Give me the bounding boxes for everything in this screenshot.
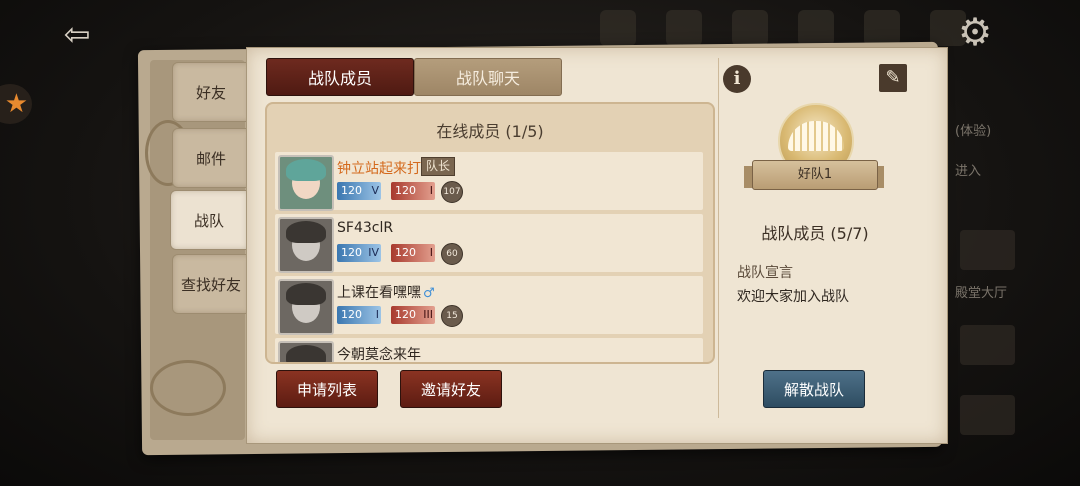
team-name: 好队1	[752, 160, 878, 190]
online-members-title: 在线成员 (1/5)	[436, 122, 544, 141]
male-gender-icon: ♂	[423, 286, 435, 301]
member-row[interactable]: 钟立站起来打 队长 120 V 120 I 107	[275, 152, 703, 211]
tab-friends[interactable]: 好友	[172, 62, 250, 122]
background-label: 进入	[955, 164, 982, 179]
hunter-rank-badge: 120 III	[391, 306, 435, 324]
member-row[interactable]: SF43clR 120 IV 120 I 60	[275, 214, 703, 273]
background-deco	[960, 230, 1015, 270]
apply-list-button[interactable]: 申请列表	[276, 370, 378, 408]
member-list: 在线成员 (1/5) 钟立站起来打 队长 120 V 120 I 107 SF43c…	[265, 102, 715, 364]
background-icon	[600, 10, 636, 46]
info-icon[interactable]: i	[723, 65, 751, 93]
leader-badge: 队长	[421, 157, 456, 176]
background-icon	[666, 10, 702, 46]
declaration-text: 欢迎大家加入战队	[737, 289, 849, 305]
exit-door-icon[interactable]: ⇦	[55, 12, 99, 56]
survivor-rank-badge: 120 V	[337, 182, 381, 200]
survivor-rank-badge: 120 IV	[337, 244, 381, 262]
gear-icon[interactable]: ⚙	[955, 12, 995, 52]
survivor-rank-badge: 120 I	[337, 306, 381, 324]
level-badge: 107	[441, 181, 463, 203]
background-label: 殿堂大厅	[955, 286, 1008, 301]
background-deco	[960, 395, 1015, 435]
avatar[interactable]	[278, 217, 334, 273]
member-name: 上课在看嘿嘿 ♂	[337, 285, 435, 301]
level-badge: 15	[441, 305, 463, 327]
tab-team-chat[interactable]: 战队聊天	[414, 58, 562, 96]
background-icon	[732, 10, 768, 46]
avatar[interactable]	[278, 279, 334, 335]
background-deco	[960, 325, 1015, 365]
avatar[interactable]	[278, 341, 334, 362]
member-name: 钟立站起来打	[337, 161, 421, 177]
tab-team[interactable]: 战队	[170, 190, 248, 250]
member-name: SF43clR	[337, 220, 394, 236]
team-member-count: 战队成员 (5/7)	[761, 224, 869, 243]
background-icon	[798, 10, 834, 46]
background-icon	[864, 10, 900, 46]
invite-friends-button[interactable]: 邀请好友	[400, 370, 502, 408]
declaration-label: 战队宣言	[737, 265, 793, 281]
tab-mail[interactable]: 邮件	[172, 128, 250, 188]
hunter-rank-badge: 120 I	[391, 244, 435, 262]
avatar[interactable]	[278, 155, 334, 211]
member-name: 今朝莫念来年	[337, 347, 421, 363]
level-badge: 60	[441, 243, 463, 265]
wrench-icon[interactable]: ✎	[879, 64, 907, 92]
background-menu-icons	[600, 10, 966, 46]
member-row[interactable]: 上课在看嘿嘿 ♂ 120 I 120 III 15	[275, 276, 703, 335]
star-icon[interactable]: ★	[0, 84, 32, 124]
tab-find-friends[interactable]: 查找好友	[172, 254, 250, 314]
disband-team-button[interactable]: 解散战队	[763, 370, 865, 408]
rope-decoration	[150, 360, 226, 416]
member-row[interactable]: 今朝莫念来年	[275, 338, 703, 363]
tab-team-members[interactable]: 战队成员	[266, 58, 414, 96]
background-label: (体验)	[955, 124, 992, 139]
hunter-rank-badge: 120 I	[391, 182, 435, 200]
